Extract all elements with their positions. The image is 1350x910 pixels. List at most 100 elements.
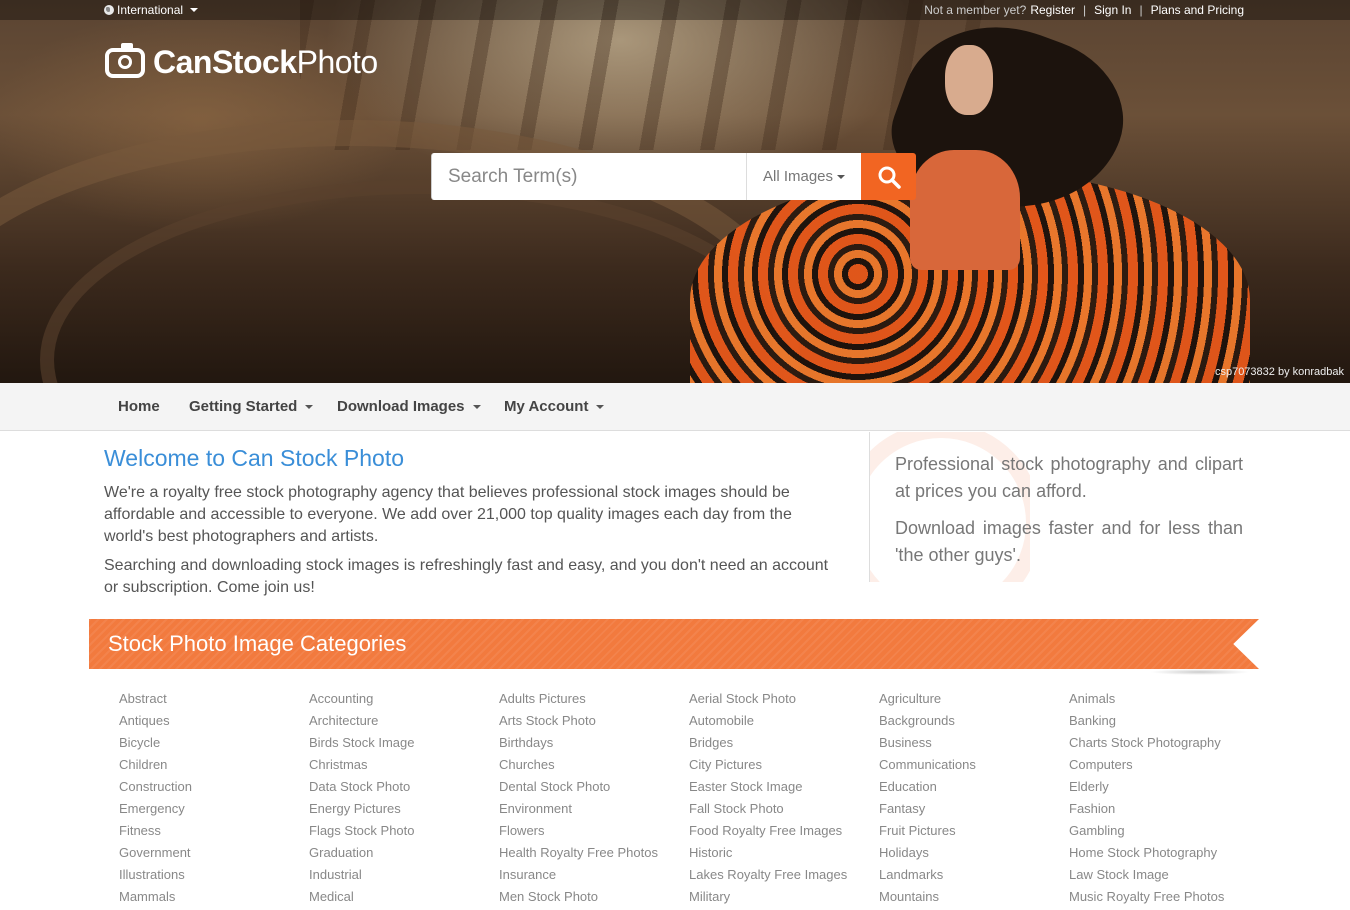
image-type-value: All Images: [762, 168, 834, 185]
hero-face: [945, 45, 993, 115]
category-link[interactable]: Adults Pictures: [499, 690, 689, 712]
plans-pricing-link[interactable]: Plans and Pricing: [1151, 3, 1244, 17]
category-link[interactable]: Automobile: [689, 712, 879, 734]
category-link[interactable]: Children: [119, 756, 309, 778]
category-link[interactable]: Music Royalty Free Photos: [1069, 888, 1259, 910]
category-link[interactable]: Christmas: [309, 756, 499, 778]
category-link[interactable]: Architecture: [309, 712, 499, 734]
category-link[interactable]: Abstract: [119, 690, 309, 712]
category-link[interactable]: Home Stock Photography: [1069, 844, 1259, 866]
category-link[interactable]: Elderly: [1069, 778, 1259, 800]
category-link[interactable]: Food Royalty Free Images: [689, 822, 879, 844]
international-label: International: [117, 3, 184, 17]
nav-download-images-label: Download Images: [337, 398, 465, 415]
category-link[interactable]: Gambling: [1069, 822, 1259, 844]
category-link[interactable]: Health Royalty Free Photos: [499, 844, 689, 866]
welcome-paragraph-1: We're a royalty free stock photography a…: [104, 484, 792, 545]
search-button[interactable]: [861, 153, 916, 200]
nav-home-label: Home: [118, 398, 160, 415]
category-link[interactable]: Government: [119, 844, 309, 866]
category-link[interactable]: Mountains: [879, 888, 1069, 910]
category-link[interactable]: Easter Stock Image: [689, 778, 879, 800]
nav-download-images[interactable]: Download Images: [337, 398, 481, 415]
category-link[interactable]: Fitness: [119, 822, 309, 844]
category-link[interactable]: Flags Stock Photo: [309, 822, 499, 844]
nav-home[interactable]: Home: [118, 398, 160, 415]
category-link[interactable]: Historic: [689, 844, 879, 866]
nav-getting-started[interactable]: Getting Started: [189, 398, 314, 415]
category-link[interactable]: Arts Stock Photo: [499, 712, 689, 734]
category-link[interactable]: Landmarks: [879, 866, 1069, 888]
category-link[interactable]: Birthdays: [499, 734, 689, 756]
column-divider: [869, 432, 870, 582]
nav-my-account-label: My Account: [504, 398, 589, 415]
image-type-select[interactable]: All Images: [746, 153, 861, 200]
category-link[interactable]: Data Stock Photo: [309, 778, 499, 800]
category-link[interactable]: Fantasy: [879, 800, 1069, 822]
hero-bodice: [910, 150, 1020, 270]
welcome-paragraph-2: Searching and downloading stock images i…: [104, 557, 829, 596]
nav-my-account[interactable]: My Account: [504, 398, 605, 415]
category-link[interactable]: Flowers: [499, 822, 689, 844]
category-link[interactable]: Fall Stock Photo: [689, 800, 879, 822]
register-link[interactable]: Register: [1030, 3, 1075, 17]
sign-in-link[interactable]: Sign In: [1094, 3, 1131, 17]
caret-down-icon: [837, 174, 846, 179]
sidebar-tagline-2: Download images faster and for less than…: [895, 518, 1243, 565]
category-link[interactable]: Bridges: [689, 734, 879, 756]
site-logo[interactable]: CanStock Photo: [105, 42, 379, 81]
category-link[interactable]: Antiques: [119, 712, 309, 734]
category-link[interactable]: Holidays: [879, 844, 1069, 866]
category-link[interactable]: Law Stock Image: [1069, 866, 1259, 888]
search-icon: [878, 166, 901, 189]
category-link[interactable]: Churches: [499, 756, 689, 778]
category-link[interactable]: Insurance: [499, 866, 689, 888]
caret-down-icon: [305, 404, 314, 409]
category-link[interactable]: Energy Pictures: [309, 800, 499, 822]
globe-icon: [104, 5, 114, 15]
caret-down-icon: [472, 404, 481, 409]
category-link[interactable]: Graduation: [309, 844, 499, 866]
categories-title: Stock Photo Image Categories: [108, 631, 407, 656]
category-link[interactable]: Banking: [1069, 712, 1259, 734]
category-link[interactable]: Military: [689, 888, 879, 910]
search-bar: All Images: [431, 153, 916, 200]
category-link[interactable]: Accounting: [309, 690, 499, 712]
category-link[interactable]: Emergency: [119, 800, 309, 822]
nav-getting-started-label: Getting Started: [189, 398, 298, 415]
category-link[interactable]: Environment: [499, 800, 689, 822]
category-link[interactable]: Computers: [1069, 756, 1259, 778]
category-link[interactable]: Men Stock Photo: [499, 888, 689, 910]
category-link[interactable]: Lakes Royalty Free Images: [689, 866, 879, 888]
main-nav: Home Getting Started Download Images My …: [0, 383, 1350, 431]
category-link[interactable]: Charts Stock Photography: [1069, 734, 1259, 756]
category-link[interactable]: Communications: [879, 756, 1069, 778]
search-input[interactable]: [431, 153, 746, 200]
welcome-title: Welcome to Can Stock Photo: [104, 445, 404, 471]
caret-down-icon: [596, 404, 605, 409]
category-link[interactable]: Mammals: [119, 888, 309, 910]
logo-text-canstock: CanStock: [153, 44, 297, 80]
category-link[interactable]: Agriculture: [879, 690, 1069, 712]
category-link[interactable]: Animals: [1069, 690, 1259, 712]
not-member-text: Not a member yet?: [924, 3, 1027, 17]
category-link[interactable]: Education: [879, 778, 1069, 800]
category-link[interactable]: Bicycle: [119, 734, 309, 756]
category-link[interactable]: Fruit Pictures: [879, 822, 1069, 844]
international-dropdown[interactable]: International: [104, 3, 199, 17]
category-link[interactable]: Medical: [309, 888, 499, 910]
caret-down-icon: [190, 8, 199, 12]
category-link[interactable]: Birds Stock Image: [309, 734, 499, 756]
category-link[interactable]: Backgrounds: [879, 712, 1069, 734]
category-link[interactable]: Industrial: [309, 866, 499, 888]
category-link[interactable]: Dental Stock Photo: [499, 778, 689, 800]
category-link[interactable]: City Pictures: [689, 756, 879, 778]
category-link[interactable]: Fashion: [1069, 800, 1259, 822]
category-link[interactable]: Construction: [119, 778, 309, 800]
camera-logo-icon: [105, 42, 145, 78]
category-link[interactable]: Illustrations: [119, 866, 309, 888]
category-link[interactable]: Business: [879, 734, 1069, 756]
logo-text-photo: Photo: [296, 44, 379, 80]
category-link[interactable]: Aerial Stock Photo: [689, 690, 879, 712]
categories-grid: Abstract Accounting Adults Pictures Aerial …: [119, 690, 1299, 910]
